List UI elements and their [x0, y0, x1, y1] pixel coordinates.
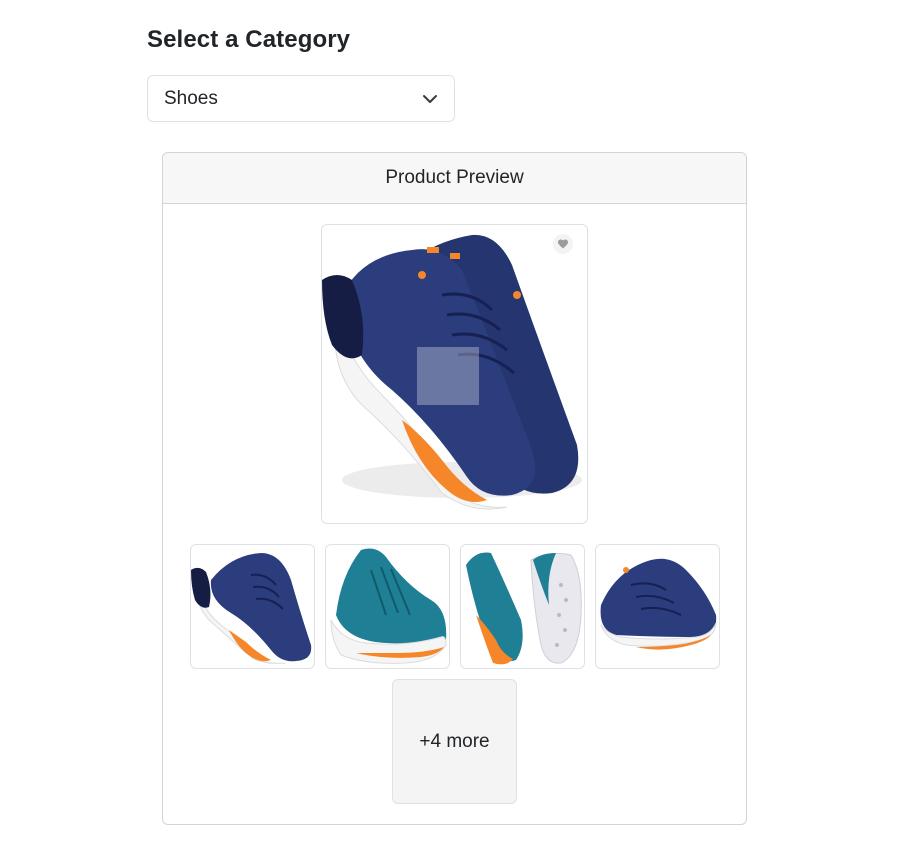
product-preview-title: Product Preview — [163, 153, 746, 204]
main-product-image[interactable] — [321, 224, 588, 524]
more-images-button[interactable]: +4 more — [392, 679, 517, 804]
thumbnail-4[interactable] — [595, 544, 720, 669]
shoe-image — [600, 558, 717, 650]
thumbnail-3[interactable] — [460, 544, 585, 669]
chevron-down-icon — [422, 91, 438, 107]
category-select[interactable]: Shoes — [147, 75, 455, 122]
thumbnail-1[interactable] — [190, 544, 315, 669]
shoe-image — [330, 548, 447, 664]
thumbnail-2[interactable] — [325, 544, 450, 669]
shoe-image — [466, 552, 582, 665]
heart-icon[interactable] — [553, 234, 573, 254]
shoe-image — [322, 234, 582, 510]
product-preview-card: Product Preview +4 more — [162, 152, 747, 825]
page-heading: Select a Category — [147, 26, 351, 53]
category-select-value: Shoes — [164, 87, 218, 109]
shoe-image — [191, 553, 312, 664]
